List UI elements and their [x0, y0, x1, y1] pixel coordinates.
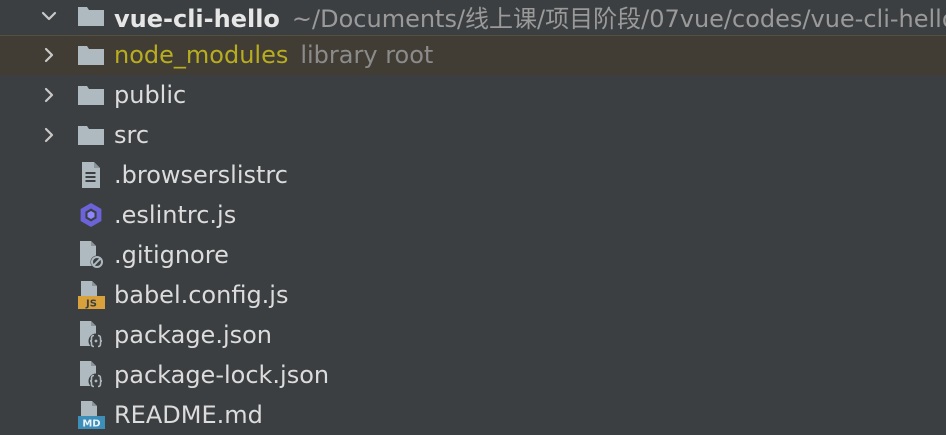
tree-item-label: .browserslistrc [114, 161, 288, 189]
root-folder-name: vue-cli-hello [114, 4, 280, 33]
tree-item-gitignore[interactable]: .gitignore [0, 235, 946, 275]
root-folder-path: ~/Documents/线上课/项目阶段/07vue/codes/vue-cli… [291, 4, 946, 33]
tree-item-label: .gitignore [114, 241, 229, 269]
tree-item-label: babel.config.js [114, 281, 289, 309]
folder-icon [76, 1, 106, 31]
tree-item-package-lock-json[interactable]: package-lock.json [0, 355, 946, 395]
chevron-right-icon[interactable] [40, 126, 58, 144]
markdown-file-icon: MD [76, 400, 106, 430]
tree-item-src[interactable]: src [0, 115, 946, 155]
library-root-hint: library root [300, 41, 434, 69]
folder-icon [76, 40, 106, 70]
ignore-file-icon [76, 240, 106, 270]
tree-item-label: .eslintrc.js [114, 201, 237, 229]
chevron-right-icon[interactable] [40, 86, 58, 104]
tree-item-label: package.json [114, 321, 273, 349]
json-file-icon [76, 360, 106, 390]
js-badge-text: JS [85, 299, 97, 310]
folder-icon [76, 120, 106, 150]
tree-item-label: src [114, 121, 150, 149]
md-badge-text: MD [82, 419, 100, 430]
tree-item-label: README.md [114, 401, 263, 429]
tree-item-node-modules[interactable]: node_modules library root [0, 35, 946, 75]
json-file-icon [76, 320, 106, 350]
tree-item-babel-config[interactable]: JS babel.config.js [0, 275, 946, 315]
js-file-icon: JS [76, 280, 106, 310]
tree-item-public[interactable]: public [0, 75, 946, 115]
tree-item-label: public [114, 81, 187, 109]
tree-item-label: node_modules [114, 41, 289, 69]
tree-item-readme[interactable]: MD README.md [0, 395, 946, 435]
tree-item-eslintrc[interactable]: .eslintrc.js [0, 195, 946, 235]
chevron-down-icon[interactable] [40, 7, 58, 25]
tree-item-package-json[interactable]: package.json [0, 315, 946, 355]
eslint-icon [76, 200, 106, 230]
text-file-icon [76, 160, 106, 190]
folder-icon [76, 80, 106, 110]
project-tree: vue-cli-hello ~/Documents/线上课/项目阶段/07vue/… [0, 0, 946, 434]
tree-item-browserslistrc[interactable]: .browserslistrc [0, 155, 946, 195]
tree-item-label: package-lock.json [114, 361, 330, 389]
tree-root-row[interactable]: vue-cli-hello ~/Documents/线上课/项目阶段/07vue/… [0, 0, 946, 36]
chevron-right-icon[interactable] [40, 46, 58, 64]
